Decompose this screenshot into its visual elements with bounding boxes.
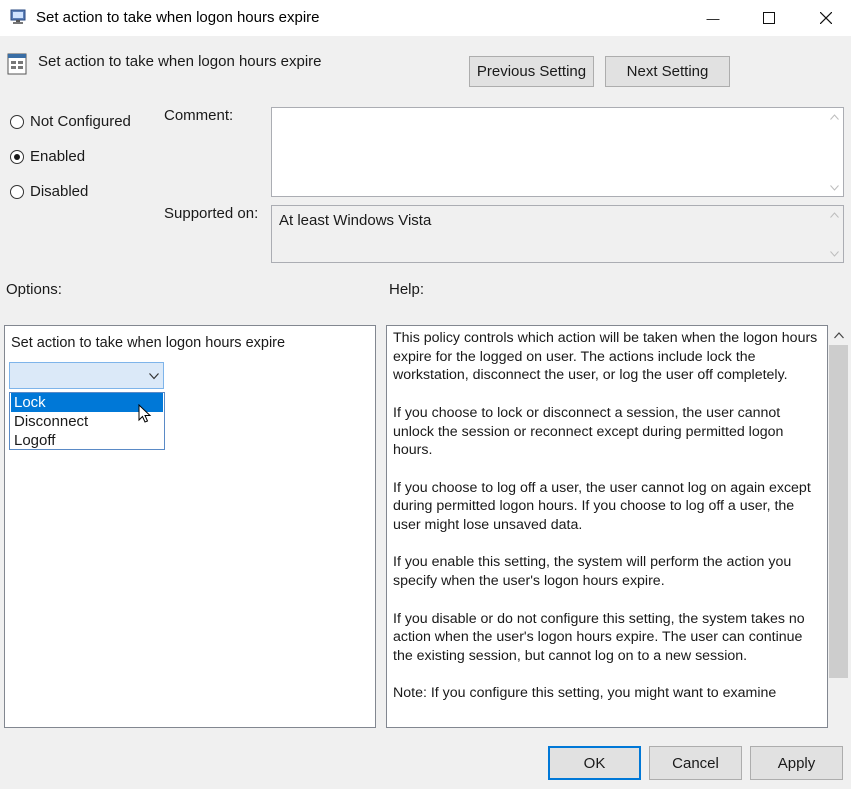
minimize-button[interactable]: —	[684, 0, 742, 36]
comment-scrollbar[interactable]	[826, 108, 843, 196]
dropdown-item-logoff[interactable]: Logoff	[11, 431, 163, 450]
supported-on-field: At least Windows Vista	[271, 205, 844, 263]
radio-not-configured[interactable]: Not Configured	[10, 113, 131, 130]
apply-button[interactable]: Apply	[750, 746, 843, 780]
options-label: Options:	[6, 281, 62, 298]
minimize-icon: —	[706, 10, 720, 26]
radio-disabled[interactable]: Disabled	[10, 183, 88, 200]
comment-label: Comment:	[164, 107, 234, 124]
previous-setting-button[interactable]: Previous Setting	[469, 56, 594, 87]
help-panel: This policy controls which action will b…	[386, 325, 828, 728]
policy-setting-icon	[7, 53, 27, 75]
title-bar: Set action to take when logon hours expi…	[0, 0, 851, 36]
supported-scrollbar[interactable]	[826, 206, 843, 262]
action-combobox[interactable]	[9, 362, 164, 389]
radio-circle	[10, 114, 24, 129]
scroll-down-icon[interactable]	[826, 245, 843, 262]
window-title: Set action to take when logon hours expi…	[36, 9, 320, 26]
supported-on-value: At least Windows Vista	[279, 212, 432, 229]
setting-title: Set action to take when logon hours expi…	[38, 53, 322, 70]
help-text: This policy controls which action will b…	[393, 330, 818, 702]
supported-on-label: Supported on:	[164, 205, 259, 222]
maximize-icon	[763, 12, 775, 24]
radio-circle	[10, 184, 24, 199]
chevron-down-icon[interactable]	[149, 373, 159, 380]
policy-window-icon	[10, 9, 26, 24]
cancel-button[interactable]: Cancel	[649, 746, 742, 780]
close-button[interactable]	[797, 0, 851, 36]
next-setting-button[interactable]: Next Setting	[605, 56, 730, 87]
radio-label: Not Configured	[30, 113, 131, 130]
option-setting-label: Set action to take when logon hours expi…	[11, 335, 286, 351]
ok-button[interactable]: OK	[548, 746, 641, 780]
scroll-up-icon[interactable]	[826, 108, 843, 125]
scroll-down-icon[interactable]	[826, 179, 843, 196]
radio-label: Disabled	[30, 183, 89, 200]
close-icon	[820, 12, 832, 24]
maximize-button[interactable]	[740, 0, 798, 36]
comment-textarea[interactable]	[271, 107, 844, 197]
scroll-up-icon[interactable]	[834, 332, 844, 339]
help-label: Help:	[389, 281, 425, 298]
mouse-cursor-icon	[138, 404, 152, 423]
scroll-up-icon[interactable]	[826, 206, 843, 223]
radio-enabled[interactable]: Enabled	[10, 148, 85, 165]
radio-label: Enabled	[30, 148, 86, 165]
radio-circle-selected	[10, 149, 24, 164]
help-scroll-thumb[interactable]	[829, 345, 848, 678]
